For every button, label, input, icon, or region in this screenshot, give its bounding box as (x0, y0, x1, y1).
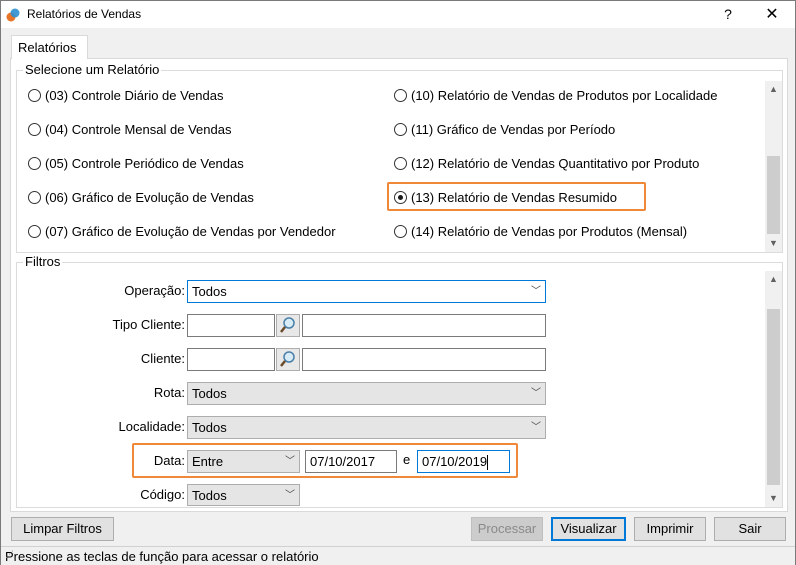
scroll-down-icon[interactable]: ▼ (765, 490, 782, 507)
tab-panel: Selecione um Relatório (03) Controle Diá… (10, 58, 788, 512)
radio-label: (13) Relatório de Vendas Resumido (411, 190, 617, 205)
radio-label: (10) Relatório de Vendas de Produtos por… (411, 88, 718, 103)
chevron-down-icon: ﹀ (285, 490, 295, 501)
report-window: Relatórios de Vendas ? ✕ Relatórios Sele… (0, 0, 796, 565)
tipo-cliente-code-input[interactable] (187, 314, 275, 337)
rota-select[interactable]: Todos ﹀ (187, 382, 546, 405)
scroll-thumb[interactable] (767, 156, 780, 234)
radio-circle-checked (394, 191, 407, 204)
radio-label: (14) Relatório de Vendas por Produtos (M… (411, 224, 688, 239)
resize-grip-icon[interactable]: ⋰ (5, 549, 793, 563)
operacao-label: Operação: (124, 283, 185, 298)
radio-label: (12) Relatório de Vendas Quantitativo po… (411, 156, 700, 171)
tipo-cliente-search-button[interactable] (276, 314, 300, 337)
rota-value: Todos (192, 386, 227, 401)
filters-group: Filtros Operação: Todos ﹀ Tipo Cliente: … (16, 254, 783, 508)
scroll-thumb[interactable] (767, 309, 780, 485)
radio-circle (28, 123, 41, 136)
tipo-cliente-label: Tipo Cliente: (112, 317, 186, 332)
date-to-input[interactable]: 07/10/2019 (417, 450, 510, 473)
tab-label: Relatórios (18, 40, 77, 55)
scroll-up-icon[interactable]: ▲ (765, 271, 782, 288)
radio-label: (05) Controle Periódico de Vendas (45, 156, 244, 171)
operacao-select[interactable]: Todos ﹀ (187, 280, 546, 303)
print-button[interactable]: Imprimir (634, 517, 706, 541)
process-button[interactable]: Processar (471, 517, 543, 541)
report-group-title: Selecione um Relatório (23, 62, 162, 78)
radio-label: (06) Gráfico de Evolução de Vendas (45, 190, 254, 205)
app-icon (6, 8, 20, 22)
date-to-value: 07/10/2019 (422, 454, 488, 469)
exit-button[interactable]: Sair (714, 517, 786, 541)
rota-label: Rota: (153, 385, 185, 400)
chevron-down-icon: ﹀ (531, 422, 541, 433)
date-separator: e (403, 452, 411, 467)
text-caret (487, 455, 489, 471)
view-button[interactable]: Visualizar (551, 517, 626, 541)
chevron-down-icon: ﹀ (285, 456, 295, 467)
magnifier-icon (280, 317, 295, 333)
codigo-value: Todos (192, 488, 227, 503)
radio-circle (28, 225, 41, 238)
radio-circle (394, 123, 407, 136)
scroll-up-icon[interactable]: ▲ (765, 81, 782, 98)
localidade-select[interactable]: Todos ﹀ (187, 416, 546, 439)
radio-label: (04) Controle Mensal de Vendas (45, 122, 232, 137)
tab-relatorios[interactable]: Relatórios (11, 35, 88, 59)
radio-label: (03) Controle Diário de Vendas (45, 88, 224, 103)
operacao-value: Todos (192, 284, 227, 299)
data-mode-value: Entre (192, 454, 224, 469)
radio-label: (07) Gráfico de Evolução de Vendas por V… (45, 224, 336, 239)
status-bar: Pressione as teclas de função para acess… (1, 546, 795, 565)
cliente-label: Cliente: (140, 351, 185, 366)
localidade-value: Todos (192, 420, 227, 435)
chevron-down-icon: ﹀ (531, 286, 541, 297)
radio-circle (394, 157, 407, 170)
codigo-label: Código: (140, 487, 185, 502)
radio-circle (28, 191, 41, 204)
close-button[interactable]: ✕ (750, 1, 794, 28)
radio-circle (28, 157, 41, 170)
cliente-code-input[interactable] (187, 348, 275, 371)
codigo-select[interactable]: Todos ﹀ (187, 484, 300, 506)
radio-circle (394, 89, 407, 102)
radio-label: (11) Gráfico de Vendas por Período (411, 122, 616, 137)
data-label: Data: (153, 453, 185, 468)
report-group: Selecione um Relatório (03) Controle Diá… (16, 62, 783, 253)
window-title: Relatórios de Vendas (27, 7, 142, 21)
scroll-down-icon[interactable]: ▼ (765, 235, 782, 252)
data-mode-select[interactable]: Entre ﹀ (187, 450, 300, 473)
date-from-input[interactable]: 07/10/2017 (305, 450, 397, 473)
magnifier-icon (280, 351, 295, 367)
filters-group-title: Filtros (23, 254, 63, 270)
filters-scrollbar[interactable]: ▲ ▼ (765, 271, 782, 507)
report-scrollbar[interactable]: ▲ ▼ (765, 81, 782, 252)
chevron-down-icon: ﹀ (531, 388, 541, 399)
localidade-label: Localidade: (118, 419, 186, 434)
cliente-search-button[interactable] (276, 348, 300, 371)
title-bar: Relatórios de Vendas ? ✕ (1, 1, 795, 28)
radio-circle (28, 89, 41, 102)
help-button[interactable]: ? (706, 1, 750, 28)
radio-circle (394, 225, 407, 238)
tipo-cliente-description-input[interactable] (302, 314, 546, 337)
cliente-description-input[interactable] (302, 348, 546, 371)
clear-filters-button[interactable]: Limpar Filtros (11, 517, 114, 541)
